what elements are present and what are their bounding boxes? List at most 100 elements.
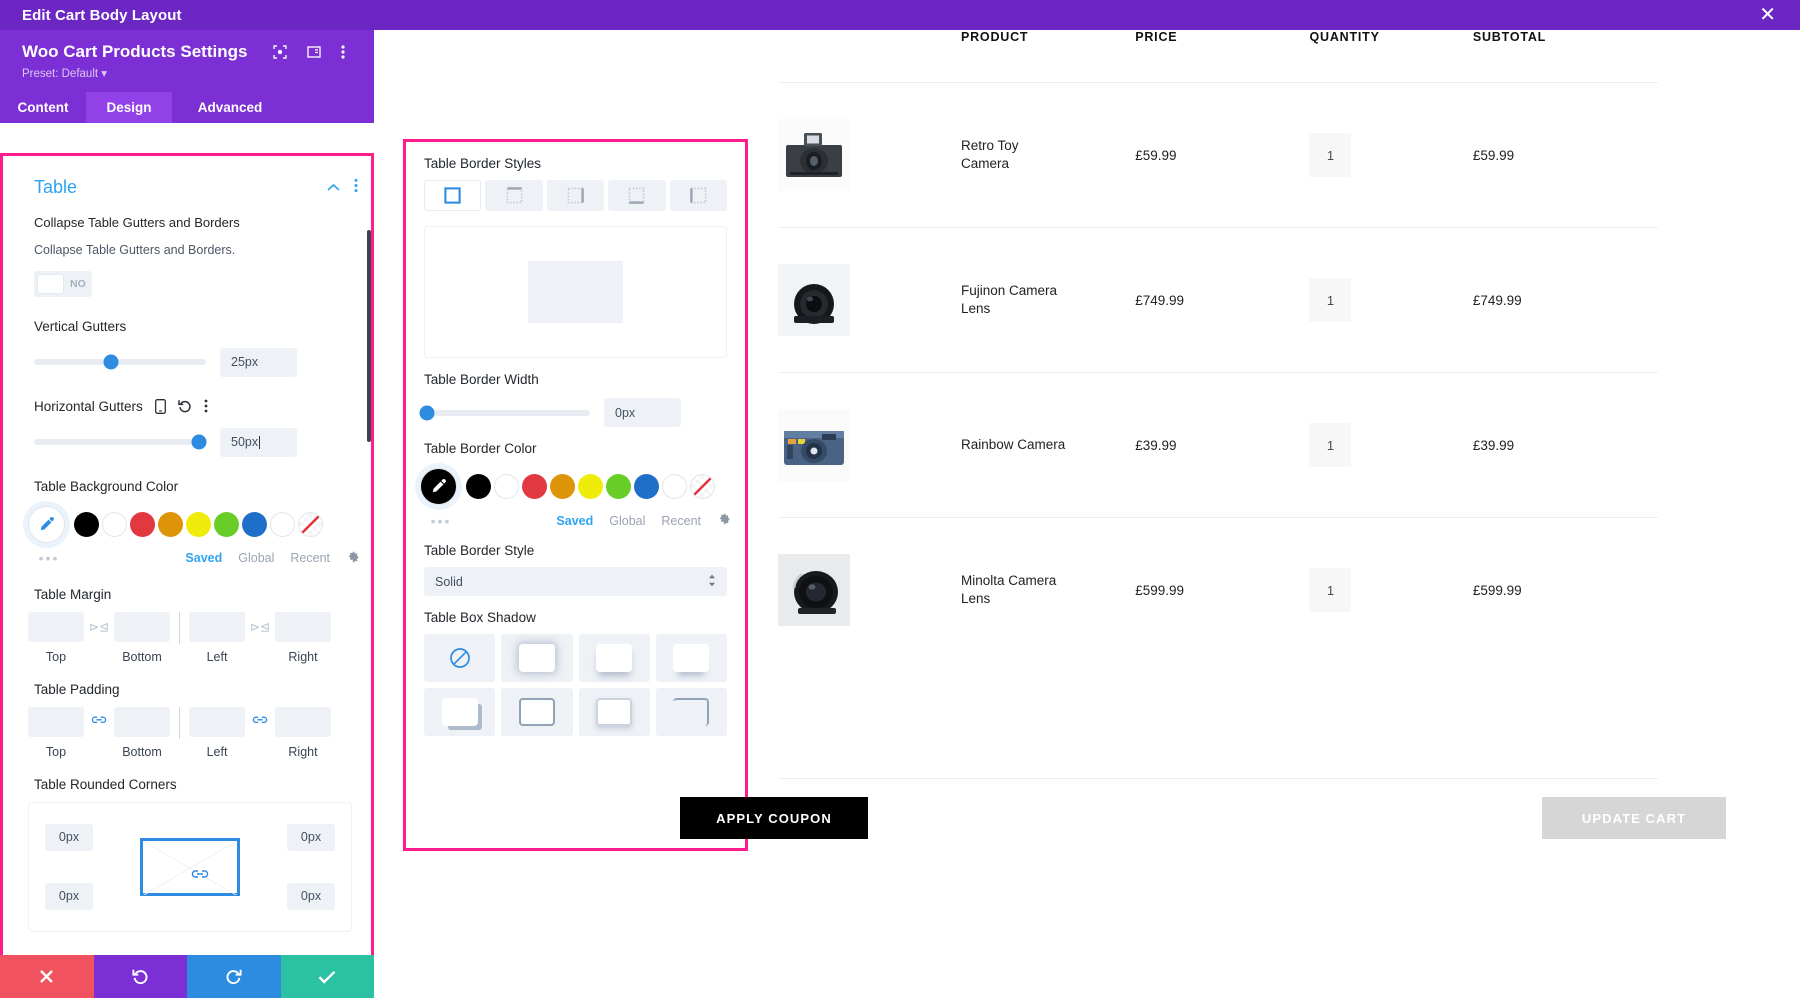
swatch-blue[interactable] [242,511,267,537]
swatch-blue[interactable] [634,474,659,499]
vertical-gutters-control[interactable]: 25px [34,347,374,377]
link-recent[interactable]: Recent [661,514,701,528]
horizontal-gutters-value[interactable]: 50px [220,427,297,457]
border-style-all-sides[interactable] [424,180,482,211]
box-shadow-none[interactable] [424,634,496,682]
box-shadow-3[interactable] [655,634,727,682]
vertical-gutters-slider[interactable] [34,354,206,370]
quantity-input[interactable]: 1 [1309,423,1352,467]
link-icon[interactable] [84,714,114,729]
border-style-select[interactable]: Solid [424,567,727,596]
border-style-top-side[interactable] [485,180,543,211]
corner-bottom-right-input[interactable]: 0px [287,882,335,910]
box-shadow-2[interactable] [578,634,650,682]
padding-right-input[interactable] [275,706,331,737]
undo-button[interactable] [93,955,187,998]
link-global[interactable]: Global [238,551,274,565]
tab-content[interactable]: Content [0,92,86,123]
color-picker-button[interactable] [28,505,65,543]
corner-bottom-left-input[interactable]: 0px [45,882,93,910]
padding-left-input[interactable] [189,706,245,737]
margin-right-input[interactable] [275,611,331,642]
redo-button[interactable] [187,955,281,998]
swatch-yellow[interactable] [578,474,603,499]
horizontal-gutters-control[interactable]: 50px [34,427,374,457]
link-icon[interactable] [245,714,275,729]
slider-handle[interactable] [191,434,207,450]
padding-bottom-input[interactable] [114,706,170,737]
border-style-right-side[interactable] [546,180,605,211]
swatch-white-2[interactable] [270,511,295,537]
slider-handle[interactable] [103,354,119,370]
link-saved[interactable]: Saved [556,514,593,528]
color-picker-button[interactable] [420,468,457,505]
layout-icon[interactable] [307,45,322,59]
corner-top-left-input[interactable]: 0px [45,823,93,851]
unlink-icon[interactable]: ⊳⊴ [84,620,114,634]
vertical-gutters-value[interactable]: 25px [220,347,297,377]
update-cart-button[interactable]: UPDATE CART [1542,797,1726,839]
fujinon-camera-lens-thumb[interactable] [778,264,850,336]
slider-handle[interactable] [419,405,435,420]
margin-bottom-input[interactable] [114,611,170,642]
kebab-icon[interactable] [354,178,358,198]
box-shadow-7[interactable] [655,688,727,736]
box-shadow-1[interactable] [501,634,573,682]
swatch-transparent[interactable] [690,474,715,499]
swatch-transparent[interactable] [298,511,323,537]
collapse-toggle-switch[interactable]: NO [34,270,92,297]
margin-top-input[interactable] [28,611,84,642]
padding-top-input[interactable] [28,706,84,737]
kebab-icon[interactable] [341,44,346,60]
horizontal-gutters-slider[interactable] [34,434,207,450]
swatch-red[interactable] [522,474,547,499]
swatch-white[interactable] [102,511,127,537]
apply-coupon-button[interactable]: APPLY COUPON [680,797,868,839]
swatch-orange[interactable] [158,511,183,537]
minolta-camera-lens-thumb[interactable] [778,554,850,626]
swatch-green[interactable] [214,511,239,537]
panel-scrollbar[interactable] [367,230,371,442]
gear-icon[interactable] [717,512,731,529]
border-width-control[interactable]: 0px [406,387,745,427]
swatch-black[interactable] [466,474,491,499]
rainbow-camera-thumb[interactable] [778,409,850,481]
preset-selector[interactable]: Preset: Default ▾ [22,66,356,80]
box-shadow-4[interactable] [424,688,496,736]
quantity-input[interactable]: 1 [1309,568,1352,612]
box-shadow-6[interactable] [578,688,650,736]
corner-top-right-input[interactable]: 0px [287,823,335,851]
table-section-header[interactable]: Table [6,159,374,198]
tab-design[interactable]: Design [86,92,172,123]
box-shadow-5[interactable] [501,688,573,736]
border-width-value[interactable]: 0px [604,398,681,427]
link-global[interactable]: Global [609,514,645,528]
focus-icon[interactable] [273,45,288,59]
mobile-icon[interactable] [154,398,166,414]
more-dots-icon[interactable]: ••• [28,550,70,566]
quantity-input[interactable]: 1 [1309,133,1352,177]
kebab-icon[interactable] [204,399,208,413]
border-style-bottom-side[interactable] [608,180,666,211]
swatch-green[interactable] [606,474,631,499]
swatch-white-2[interactable] [662,474,687,499]
close-icon[interactable]: ✕ [1759,5,1776,25]
reset-icon[interactable] [178,399,192,413]
link-recent[interactable]: Recent [290,551,330,565]
swatch-yellow[interactable] [186,511,211,537]
tab-advanced[interactable]: Advanced [172,92,288,123]
border-width-slider[interactable] [419,405,590,420]
swatch-orange[interactable] [550,474,575,499]
save-button[interactable] [280,955,374,998]
link-saved[interactable]: Saved [185,551,222,565]
margin-left-input[interactable] [189,611,245,642]
chevron-up-icon[interactable] [327,179,340,197]
more-dots-icon[interactable]: ••• [420,513,462,529]
quantity-input[interactable]: 1 [1309,278,1352,322]
border-style-left-side[interactable] [669,180,727,211]
gear-icon[interactable] [346,550,360,567]
swatch-white[interactable] [494,474,519,499]
swatch-black[interactable] [74,511,99,537]
swatch-red[interactable] [130,511,155,537]
retro-toy-camera-thumb[interactable] [778,119,850,191]
